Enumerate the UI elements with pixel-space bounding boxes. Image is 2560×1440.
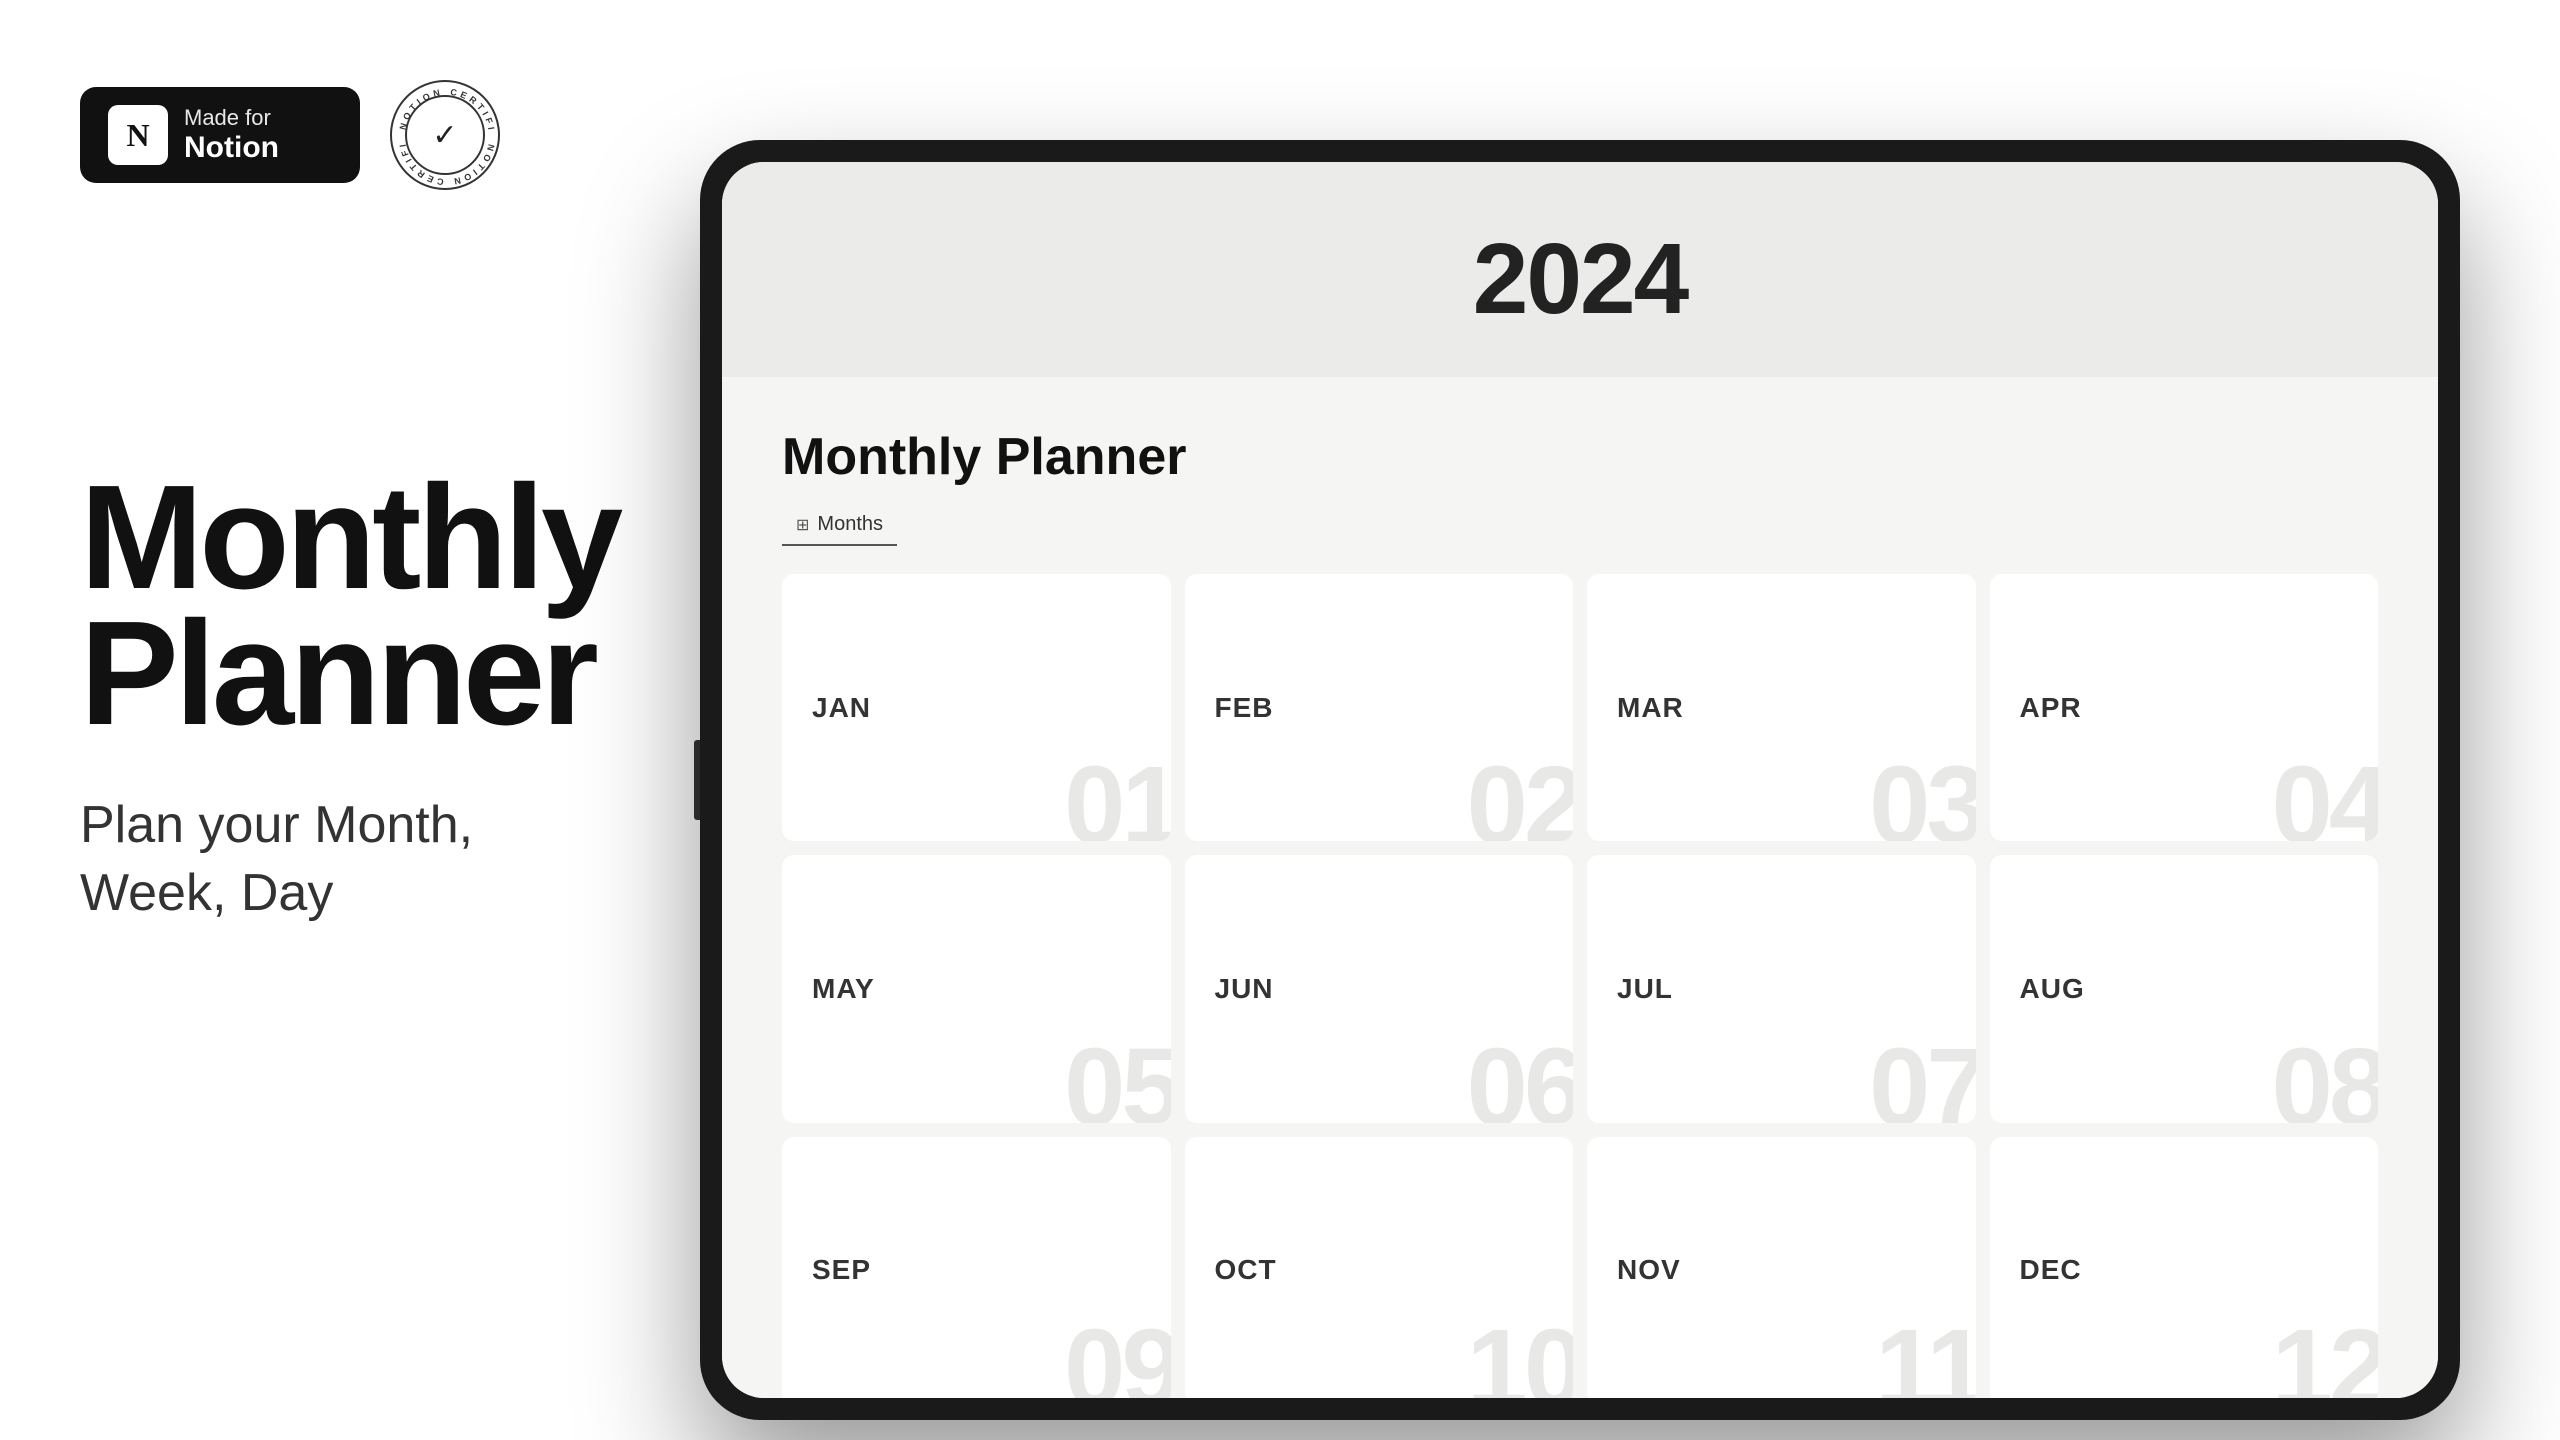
month-number: 05 [1064,1033,1170,1123]
tablet-frame: 2024 Monthly Planner ⊞ Months JAN 01 FEB 02… [700,140,2460,1420]
month-name: DEC [2020,1254,2082,1286]
month-name: MAY [812,973,875,1005]
month-cell[interactable]: NOV 11 [1587,1137,1976,1398]
month-cell[interactable]: JAN 01 [782,574,1171,841]
month-number: 03 [1869,751,1975,841]
month-name: FEB [1215,692,1274,724]
notion-icon-box: N [108,105,168,165]
month-name: JUN [1215,973,1274,1005]
right-panel: 2024 Monthly Planner ⊞ Months JAN 01 FEB 02… [660,0,2560,1440]
month-number: 07 [1869,1033,1975,1123]
month-name: JAN [812,692,871,724]
planner-title: Monthly Planner [782,427,2378,487]
month-cell[interactable]: JUL 07 [1587,855,1976,1122]
made-for-notion-badge: N Made for Notion [80,87,360,183]
month-number: 02 [1467,751,1573,841]
notion-icon: N [126,117,149,154]
sub-title: Plan your Month,Week, Day [80,792,600,927]
grid-icon: ⊞ [796,515,809,535]
month-cell[interactable]: DEC 12 [1990,1137,2379,1398]
made-for-label: Made for [184,106,279,130]
year-title: 2024 [1473,222,1687,337]
months-tab[interactable]: ⊞ Months [782,507,897,546]
month-cell[interactable]: FEB 02 [1185,574,1574,841]
month-number: 04 [2272,751,2378,841]
month-cell[interactable]: MAR 03 [1587,574,1976,841]
month-cell[interactable]: AUG 08 [1990,855,2379,1122]
screen-header: 2024 [722,162,2438,377]
screen-content: Monthly Planner ⊞ Months JAN 01 FEB 02 MAR 03… [722,377,2438,1398]
certified-badge: NOTION CERTIFIED NOTION CERTIFIED ✓ [390,80,500,190]
month-number: 11 [1875,1314,1975,1398]
month-name: AUG [2020,973,2085,1005]
month-number: 08 [2272,1033,2378,1123]
tablet-screen: 2024 Monthly Planner ⊞ Months JAN 01 FEB 02… [722,162,2438,1398]
month-number: 10 [1467,1314,1573,1398]
certified-check-icon: ✓ [432,118,457,153]
month-cell[interactable]: APR 04 [1990,574,2379,841]
month-cell[interactable]: SEP 09 [782,1137,1171,1398]
badges-row: N Made for Notion NOTION CERTIFIED NOTIO… [80,80,600,190]
main-title: Monthly Planner [80,470,600,742]
left-panel: N Made for Notion NOTION CERTIFIED NOTIO… [0,0,660,1440]
made-for-text: Made for Notion [184,106,279,163]
month-cell[interactable]: JUN 06 [1185,855,1574,1122]
certified-inner: ✓ [405,95,485,175]
month-number: 01 [1064,751,1170,841]
months-tab-row: ⊞ Months [782,507,2378,546]
month-name: SEP [812,1254,871,1286]
month-name: JUL [1617,973,1673,1005]
month-cell[interactable]: MAY 05 [782,855,1171,1122]
month-name: NOV [1617,1254,1681,1286]
tab-label: Months [817,513,883,536]
month-number: 12 [2272,1314,2378,1398]
tablet-side-button [694,740,700,820]
month-cell[interactable]: OCT 10 [1185,1137,1574,1398]
month-name: APR [2020,692,2082,724]
month-name: MAR [1617,692,1684,724]
months-grid: JAN 01 FEB 02 MAR 03 APR 04 MAY 05 JUN 06 JUL 07 AUG 08… [782,574,2378,1398]
month-number: 09 [1064,1314,1170,1398]
month-number: 06 [1467,1033,1573,1123]
notion-label: Notion [184,131,279,164]
month-name: OCT [1215,1254,1277,1286]
